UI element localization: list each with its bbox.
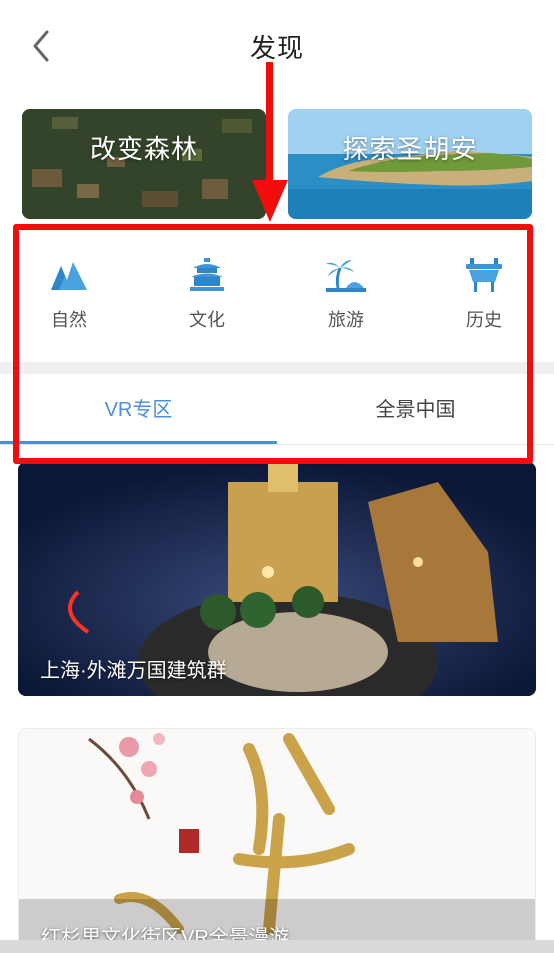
temple-icon bbox=[190, 258, 224, 291]
category-label: 自然 bbox=[51, 310, 87, 330]
category-travel[interactable]: 旅游 bbox=[291, 258, 401, 332]
redwood-culture-poster-image bbox=[19, 729, 535, 952]
bottom-edge bbox=[0, 940, 554, 953]
vr-card[interactable]: 上海·外滩万国建筑群 bbox=[18, 462, 536, 696]
tab-vr-zone[interactable]: VR专区 bbox=[0, 374, 277, 446]
tab-panorama-china[interactable]: 全景中国 bbox=[277, 374, 554, 446]
category-label: 文化 bbox=[189, 310, 225, 330]
banner-changing-forest[interactable]: 改变森林 bbox=[22, 109, 266, 219]
section-divider bbox=[0, 362, 554, 374]
tab-divider-line bbox=[0, 444, 554, 445]
banner-label: 探索圣胡安 bbox=[342, 134, 478, 164]
category-history[interactable]: 历史 bbox=[429, 258, 539, 332]
page-title: 发现 bbox=[249, 33, 304, 63]
card-title: 上海·外滩万国建筑群 bbox=[40, 660, 227, 682]
tab-bar: VR专区 全景中国 bbox=[0, 374, 554, 446]
palm-tree-icon bbox=[326, 260, 366, 292]
category-nature[interactable]: 自然 bbox=[14, 258, 124, 332]
active-tab-indicator bbox=[0, 441, 277, 444]
category-row: 自然 文化 旅游 历史 bbox=[0, 230, 554, 360]
banner-row: 改变森林 探索圣胡安 bbox=[22, 109, 532, 219]
category-label: 历史 bbox=[466, 310, 502, 330]
category-culture[interactable]: 文化 bbox=[152, 258, 262, 332]
ancient-bronze-vessel-icon bbox=[466, 258, 502, 292]
banner-explore-san-juan[interactable]: 探索圣胡安 bbox=[288, 109, 532, 219]
vr-card[interactable]: 红杉里文化街区VR全景漫游 bbox=[18, 728, 536, 953]
banner-label: 改变森林 bbox=[89, 134, 198, 164]
mountain-icon bbox=[51, 262, 87, 290]
top-bar: 发现 bbox=[0, 0, 554, 92]
category-label: 旅游 bbox=[328, 310, 364, 330]
